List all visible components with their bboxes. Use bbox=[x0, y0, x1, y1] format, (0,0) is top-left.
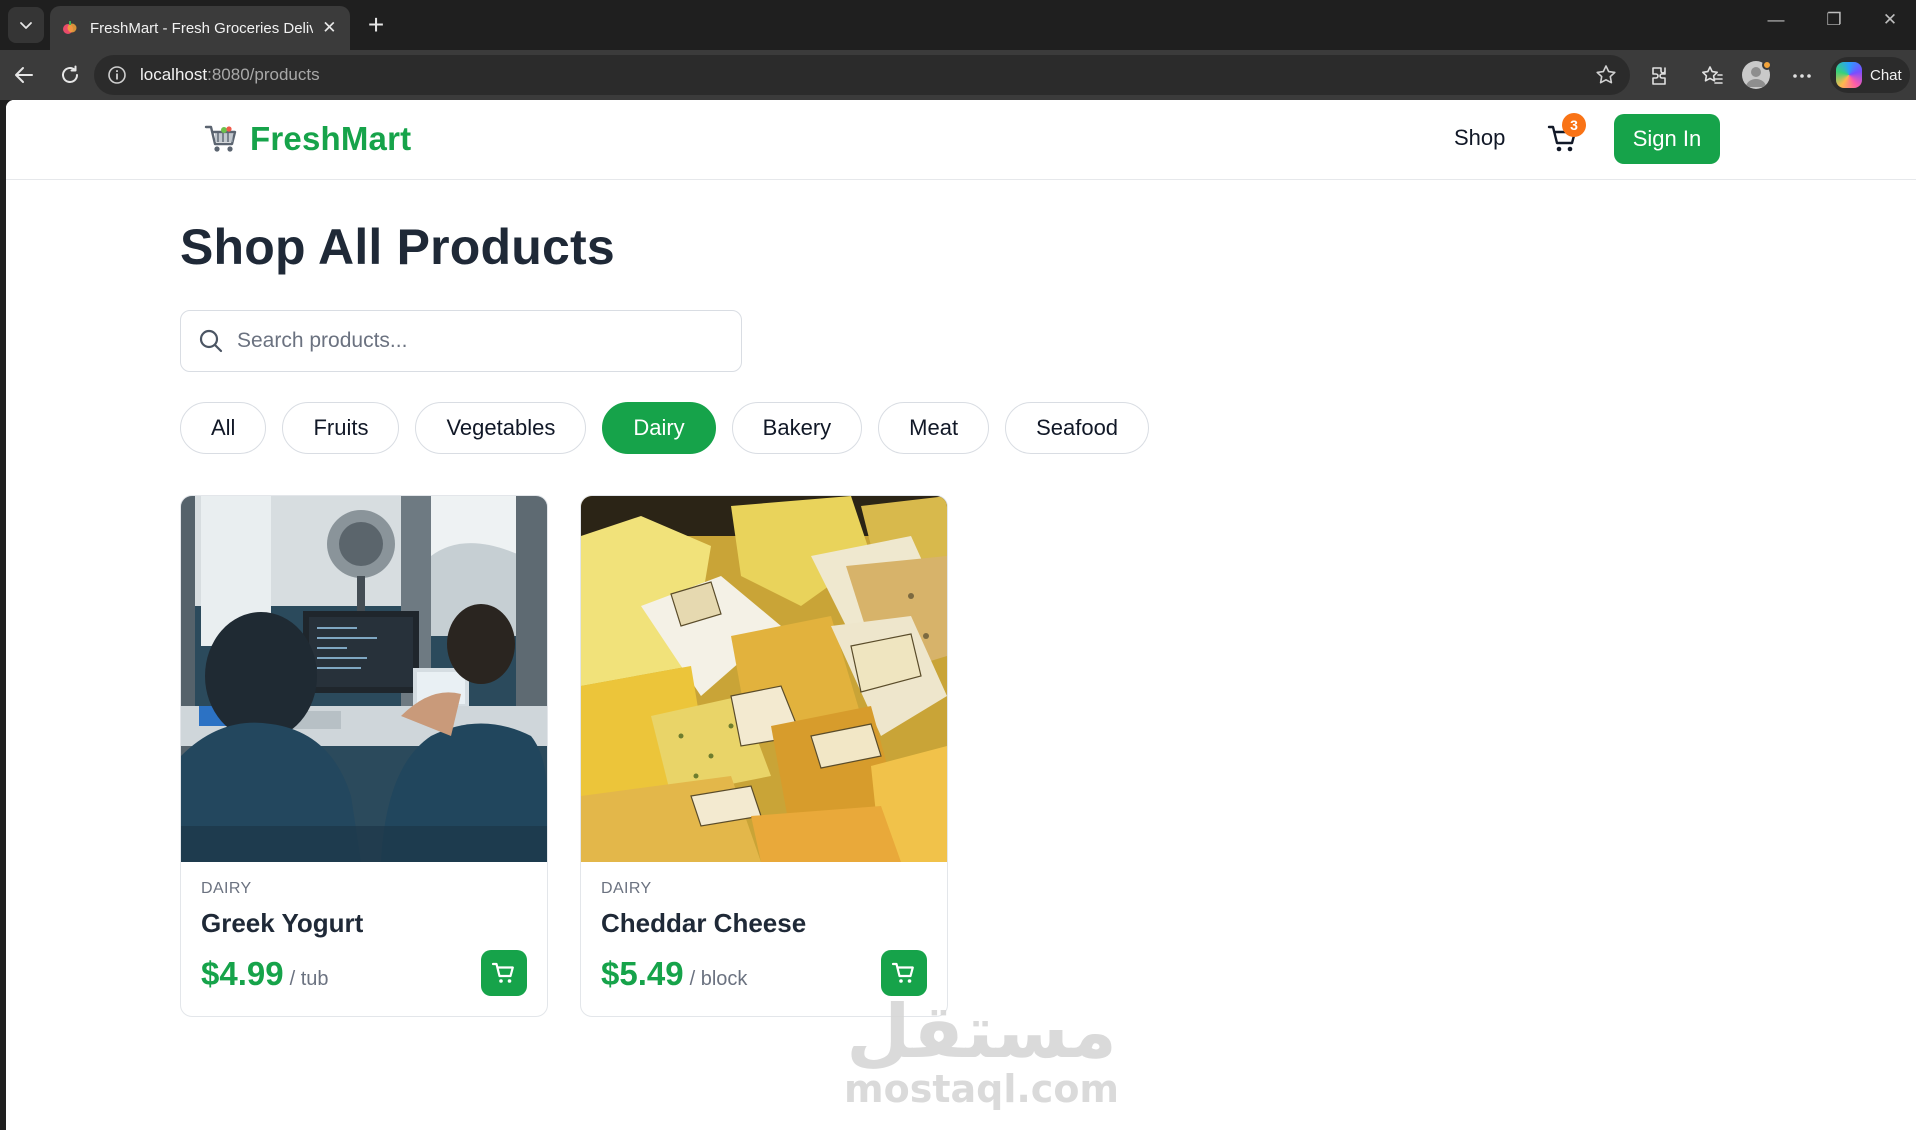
category-filter: All Fruits Vegetables Dairy Bakery Meat … bbox=[180, 402, 1150, 454]
category-chip-seafood[interactable]: Seafood bbox=[1005, 402, 1150, 454]
brand-logo-link[interactable]: FreshMart bbox=[204, 120, 411, 158]
new-tab-button[interactable]: + bbox=[360, 10, 392, 42]
minimize-icon[interactable]: — bbox=[1752, 10, 1800, 30]
product-price: $5.49 bbox=[601, 955, 684, 992]
chevron-down-icon bbox=[20, 22, 32, 29]
product-price: $4.99 bbox=[201, 955, 284, 992]
product-image-greek-yogurt[interactable] bbox=[181, 496, 547, 862]
site-info-icon[interactable] bbox=[106, 64, 128, 86]
product-card-body: DAIRY Cheddar Cheese $5.49 / block bbox=[601, 880, 927, 993]
search-icon bbox=[199, 329, 223, 353]
product-unit: / tub bbox=[289, 968, 329, 990]
watermark-latin: mostaql.com bbox=[844, 1067, 1120, 1111]
product-category: DAIRY bbox=[201, 880, 252, 897]
brand-name: FreshMart bbox=[250, 120, 412, 157]
extensions-icon[interactable] bbox=[1646, 62, 1674, 90]
category-chip-meat[interactable]: Meat bbox=[878, 402, 990, 454]
copilot-chat-button[interactable]: Chat bbox=[1830, 57, 1910, 93]
url-host: localhost bbox=[140, 65, 208, 84]
search-input[interactable] bbox=[237, 329, 717, 353]
sign-in-button[interactable]: Sign In bbox=[1614, 114, 1720, 164]
category-chip-bakery[interactable]: Bakery bbox=[731, 402, 863, 454]
reload-icon bbox=[62, 65, 78, 83]
product-image-cheddar-cheese[interactable] bbox=[581, 496, 947, 862]
chat-label: Chat bbox=[1870, 66, 1902, 84]
restore-icon[interactable]: ❐ bbox=[1810, 10, 1858, 30]
favorite-star-icon[interactable] bbox=[1594, 63, 1618, 92]
watermark: مستقل mostaql.com bbox=[844, 995, 1119, 1111]
search-box[interactable] bbox=[180, 310, 742, 372]
reload-button[interactable] bbox=[52, 57, 88, 93]
arrow-left-icon bbox=[15, 67, 33, 83]
category-chip-all[interactable]: All bbox=[180, 402, 267, 454]
product-price-row: $4.99 / tub bbox=[201, 955, 527, 993]
product-name[interactable]: Greek Yogurt bbox=[201, 908, 527, 939]
url-path: :8080/products bbox=[207, 65, 320, 84]
back-button[interactable] bbox=[6, 57, 42, 93]
category-chip-dairy[interactable]: Dairy bbox=[602, 402, 716, 454]
page-viewport: FreshMart Shop 3 Sign In Shop All Produc… bbox=[6, 100, 1916, 1130]
more-menu-icon[interactable] bbox=[1788, 62, 1816, 90]
product-price-row: $5.49 / block bbox=[601, 955, 927, 993]
tab-title: FreshMart - Fresh Groceries Delivered bbox=[90, 19, 313, 37]
address-bar[interactable]: localhost:8080/products bbox=[94, 55, 1630, 95]
product-unit: / block bbox=[689, 968, 748, 990]
cart-icon bbox=[891, 962, 914, 983]
favicon-icon bbox=[63, 21, 77, 34]
nav-link-shop[interactable]: Shop bbox=[1454, 125, 1505, 151]
browser-toolbar: localhost:8080/products Chat bbox=[0, 50, 1916, 100]
watermark-arabic: مستقل bbox=[846, 989, 1117, 1075]
product-card-body: DAIRY Greek Yogurt $4.99 / tub bbox=[201, 880, 527, 993]
category-chip-vegetables[interactable]: Vegetables bbox=[415, 402, 587, 454]
cart-icon bbox=[491, 962, 514, 983]
tab-list-button[interactable] bbox=[8, 7, 44, 43]
product-category: DAIRY bbox=[601, 880, 652, 897]
shopping-cart-logo-icon bbox=[204, 125, 237, 152]
add-to-cart-button[interactable] bbox=[481, 950, 527, 996]
window-close-icon[interactable]: ✕ bbox=[1866, 10, 1914, 30]
category-chip-fruits[interactable]: Fruits bbox=[282, 402, 400, 454]
site-header: FreshMart Shop 3 Sign In bbox=[6, 100, 1916, 180]
product-name[interactable]: Cheddar Cheese bbox=[601, 908, 927, 939]
page-title: Shop All Products bbox=[180, 219, 615, 275]
cart-count-badge: 3 bbox=[1562, 113, 1586, 137]
copilot-logo-icon bbox=[1836, 62, 1862, 88]
browser-tab-bar: FreshMart - Fresh Groceries Delivered ✕ … bbox=[0, 0, 1916, 50]
browser-tab-active[interactable]: FreshMart - Fresh Groceries Delivered ✕ bbox=[50, 6, 350, 50]
tab-close-icon[interactable]: ✕ bbox=[321, 18, 338, 38]
product-card[interactable]: DAIRY Cheddar Cheese $5.49 / block bbox=[580, 495, 948, 1017]
favorites-icon[interactable] bbox=[1698, 62, 1726, 90]
product-card[interactable]: DAIRY Greek Yogurt $4.99 / tub bbox=[180, 495, 548, 1017]
product-grid: DAIRY Greek Yogurt $4.99 / tub DAIRY Che… bbox=[180, 495, 948, 1017]
profile-status-dot bbox=[1762, 60, 1772, 70]
